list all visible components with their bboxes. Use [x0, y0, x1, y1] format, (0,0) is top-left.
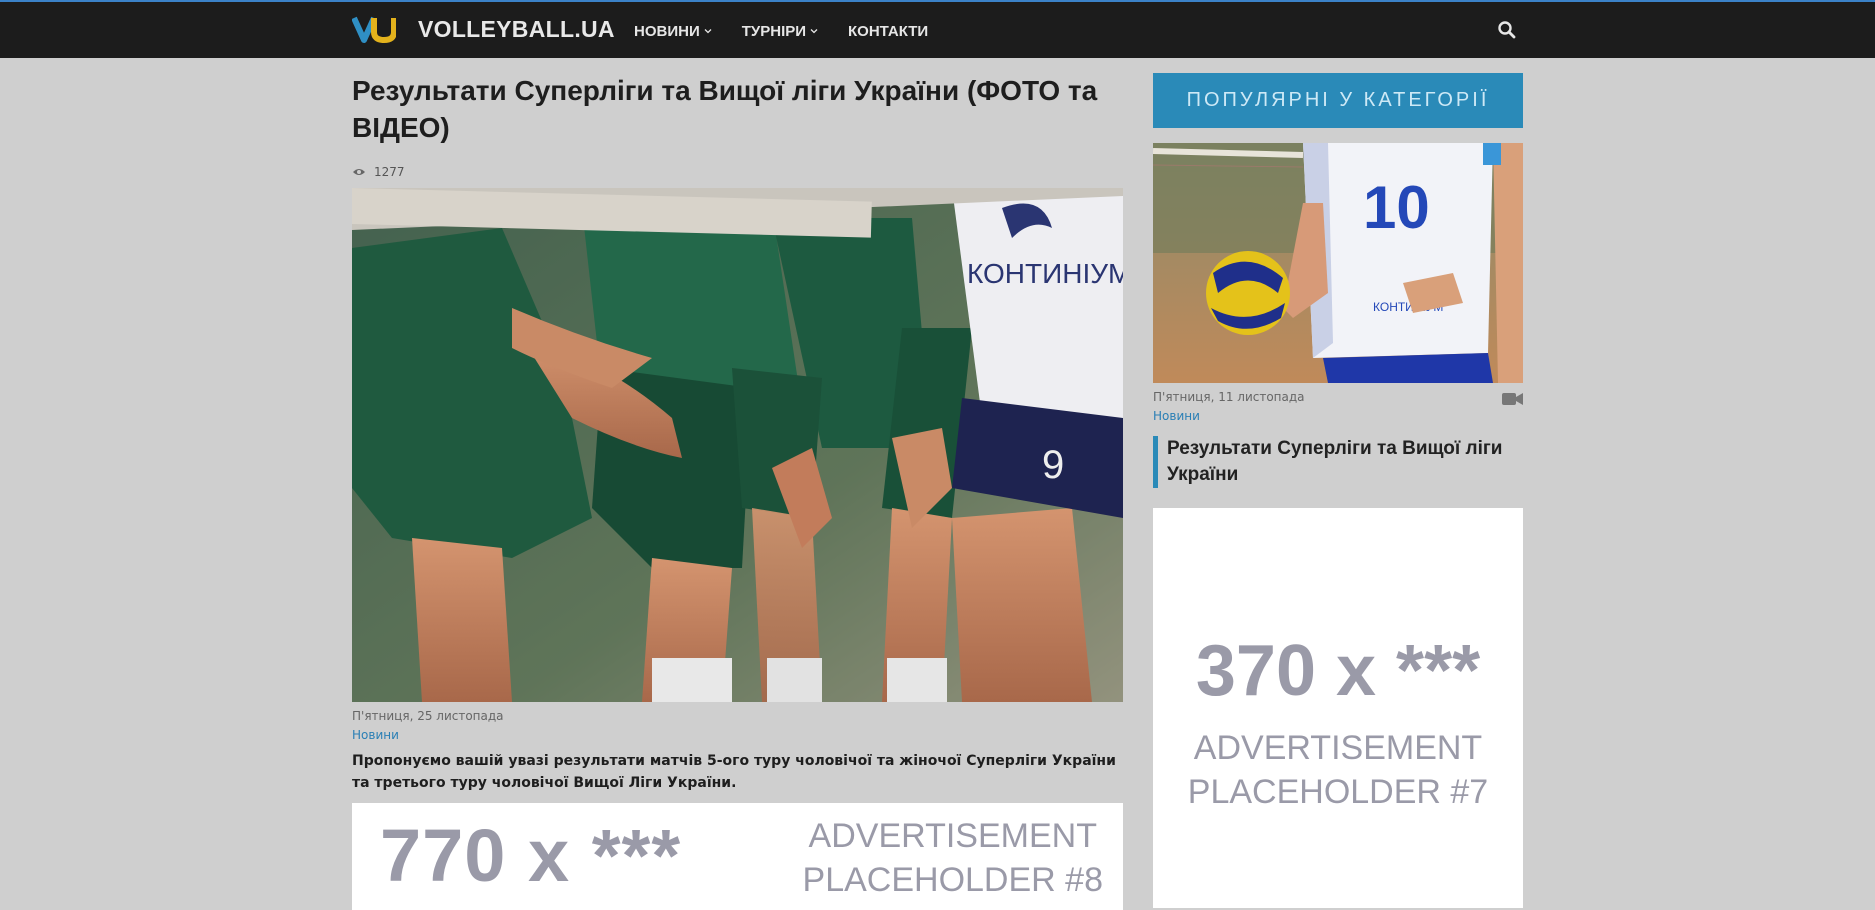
main-nav: НОВИНИ ТУРНІРИ КОНТАКТИ — [634, 2, 958, 60]
popular-item-date: П'ятниця, 11 листопада — [1153, 390, 1305, 404]
logo-text: VOLLEYBALL.UA — [418, 15, 615, 42]
chevron-down-icon — [704, 29, 712, 34]
nav-item-tournaments[interactable]: ТУРНІРИ — [742, 23, 818, 40]
photo-shorts-number: 9 — [1042, 443, 1064, 487]
view-counter: 1277 — [352, 165, 405, 179]
top-navbar: VOLLEYBALL.UA НОВИНИ ТУРНІРИ КОНТАКТИ — [0, 0, 1875, 58]
popular-item-category-link[interactable]: Новини — [1153, 409, 1200, 423]
ad-text-line1: ADVERTISEMENT — [808, 817, 1097, 855]
ad-text: ADVERTISEMENT PLACEHOLDER #7 — [1153, 726, 1523, 814]
popular-item-title-link[interactable]: Результати Суперліги та Вищої ліги Украї… — [1153, 436, 1525, 488]
article-hero-image: КОНТИНІУМ 9 — [352, 188, 1123, 702]
article-title: Результати Суперліги та Вищої ліги Украї… — [352, 75, 1098, 143]
ad-placeholder-7[interactable]: 370 x *** ADVERTISEMENT PLACEHOLDER #7 — [1153, 508, 1523, 908]
nav-item-label: НОВИНИ — [634, 22, 700, 40]
article-date: П'ятниця, 25 листопада — [352, 709, 504, 723]
ad-text-line2: PLACEHOLDER #8 — [802, 861, 1103, 899]
site-logo[interactable]: VOLLEYBALL.UA — [352, 14, 615, 44]
article-category-link[interactable]: Новини — [352, 728, 399, 742]
photo-jersey-text: КОНТИНІУМ — [967, 258, 1123, 289]
nav-item-label: КОНТАКТИ — [848, 22, 929, 40]
article-lead: Пропонуємо вашій увазі результати матчів… — [352, 753, 1116, 791]
view-count: 1277 — [374, 165, 405, 179]
ad-text-line1: ADVERTISEMENT — [1193, 729, 1483, 767]
eye-icon — [353, 169, 365, 175]
nav-item-label: ТУРНІРИ — [741, 22, 807, 40]
search-icon[interactable] — [1497, 20, 1517, 40]
ad-size-label: 770 x *** — [380, 814, 682, 897]
logo-mark-icon — [352, 16, 396, 44]
nav-item-contacts[interactable]: КОНТАКТИ — [848, 23, 928, 40]
popular-in-category-heading: ПОПУЛЯРНІ У КАТЕГОРІЇ — [1153, 73, 1523, 128]
ad-size-label: 370 x *** — [1195, 631, 1481, 711]
nav-item-news[interactable]: НОВИНИ — [634, 23, 712, 40]
popular-item-image[interactable]: 10 КОНТИНІУМ — [1153, 143, 1523, 383]
chevron-down-icon — [810, 29, 818, 34]
popular-jersey-number: 10 — [1363, 174, 1430, 241]
ad-text: ADVERTISEMENT PLACEHOLDER #8 — [803, 814, 1103, 902]
ad-placeholder-8[interactable]: 770 x *** ADVERTISEMENT PLACEHOLDER #8 — [352, 803, 1123, 910]
video-camera-icon — [1502, 393, 1523, 405]
ad-text-line2: PLACEHOLDER #7 — [1187, 773, 1489, 811]
